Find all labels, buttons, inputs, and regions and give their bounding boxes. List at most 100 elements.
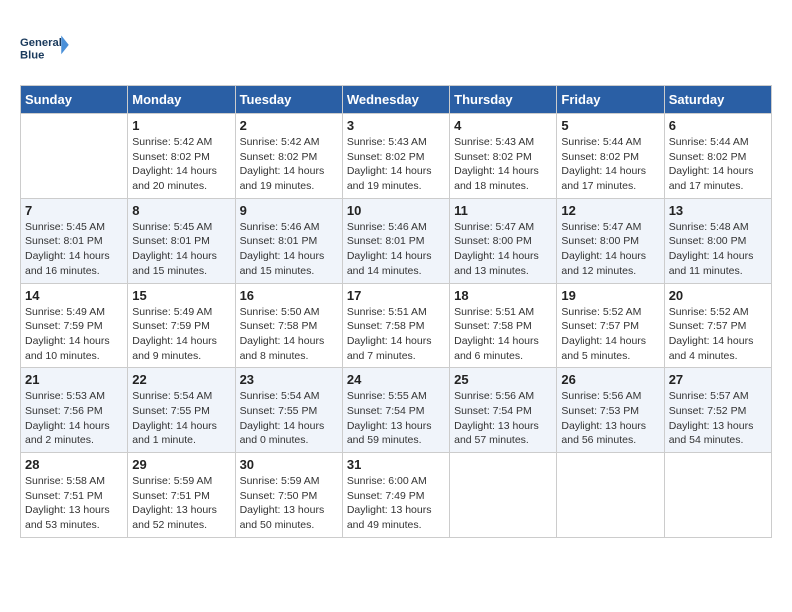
calendar-cell: 10Sunrise: 5:46 AM Sunset: 8:01 PM Dayli…	[342, 198, 449, 283]
calendar-cell: 5 Sunrise: 5:44 AM Sunset: 8:02 PM Daylig…	[557, 114, 664, 199]
calendar-week-2: 7 Sunrise: 5:45 AM Sunset: 8:01 PM Daylig…	[21, 198, 772, 283]
cell-content: Sunrise: 5:47 AM Sunset: 8:00 PM Dayligh…	[561, 220, 659, 279]
cell-content: Sunrise: 5:56 AM Sunset: 7:53 PM Dayligh…	[561, 389, 659, 448]
calendar-cell: 28 Sunrise: 5:58 AM Sunset: 7:51 PM Dayli…	[21, 453, 128, 538]
day-number: 1	[132, 118, 230, 133]
day-number: 8	[132, 203, 230, 218]
calendar-cell: 7 Sunrise: 5:45 AM Sunset: 8:01 PM Daylig…	[21, 198, 128, 283]
calendar-cell: 15Sunrise: 5:49 AM Sunset: 7:59 PM Dayli…	[128, 283, 235, 368]
cell-content: Sunrise: 5:52 AM Sunset: 7:57 PM Dayligh…	[669, 305, 767, 364]
calendar-week-5: 28 Sunrise: 5:58 AM Sunset: 7:51 PM Dayli…	[21, 453, 772, 538]
day-number: 3	[347, 118, 445, 133]
calendar-week-1: 1 Sunrise: 5:42 AM Sunset: 8:02 PM Daylig…	[21, 114, 772, 199]
calendar-header-row: SundayMondayTuesdayWednesdayThursdayFrid…	[21, 86, 772, 114]
calendar-cell: 17 Sunrise: 5:51 AM Sunset: 7:58 PM Dayli…	[342, 283, 449, 368]
day-number: 7	[25, 203, 123, 218]
calendar-cell: 21Sunrise: 5:53 AM Sunset: 7:56 PM Dayli…	[21, 368, 128, 453]
day-number: 13	[669, 203, 767, 218]
cell-content: Sunrise: 5:56 AM Sunset: 7:54 PM Dayligh…	[454, 389, 552, 448]
day-number: 15	[132, 288, 230, 303]
cell-content: Sunrise: 5:42 AM Sunset: 8:02 PM Dayligh…	[240, 135, 338, 194]
cell-content: Sunrise: 5:51 AM Sunset: 7:58 PM Dayligh…	[347, 305, 445, 364]
column-header-sunday: Sunday	[21, 86, 128, 114]
cell-content: Sunrise: 5:57 AM Sunset: 7:52 PM Dayligh…	[669, 389, 767, 448]
cell-content: Sunrise: 5:45 AM Sunset: 8:01 PM Dayligh…	[25, 220, 123, 279]
calendar-cell: 30 Sunrise: 5:59 AM Sunset: 7:50 PM Dayli…	[235, 453, 342, 538]
day-number: 20	[669, 288, 767, 303]
cell-content: Sunrise: 5:51 AM Sunset: 7:58 PM Dayligh…	[454, 305, 552, 364]
cell-content: Sunrise: 5:44 AM Sunset: 8:02 PM Dayligh…	[561, 135, 659, 194]
day-number: 16	[240, 288, 338, 303]
calendar-cell: 16 Sunrise: 5:50 AM Sunset: 7:58 PM Dayli…	[235, 283, 342, 368]
cell-content: Sunrise: 5:46 AM Sunset: 8:01 PM Dayligh…	[240, 220, 338, 279]
calendar-cell: 25 Sunrise: 5:56 AM Sunset: 7:54 PM Dayli…	[450, 368, 557, 453]
logo: General Blue	[20, 20, 140, 75]
logo-svg: General Blue	[20, 23, 70, 73]
cell-content: Sunrise: 5:45 AM Sunset: 8:01 PM Dayligh…	[132, 220, 230, 279]
column-header-monday: Monday	[128, 86, 235, 114]
calendar-cell: 6 Sunrise: 5:44 AM Sunset: 8:02 PM Daylig…	[664, 114, 771, 199]
calendar-cell: 31Sunrise: 6:00 AM Sunset: 7:49 PM Dayli…	[342, 453, 449, 538]
calendar-cell: 4 Sunrise: 5:43 AM Sunset: 8:02 PM Daylig…	[450, 114, 557, 199]
calendar-cell: 11Sunrise: 5:47 AM Sunset: 8:00 PM Dayli…	[450, 198, 557, 283]
day-number: 28	[25, 457, 123, 472]
svg-text:General: General	[20, 37, 62, 49]
cell-content: Sunrise: 5:49 AM Sunset: 7:59 PM Dayligh…	[25, 305, 123, 364]
calendar-cell: 23 Sunrise: 5:54 AM Sunset: 7:55 PM Dayli…	[235, 368, 342, 453]
cell-content: Sunrise: 5:43 AM Sunset: 8:02 PM Dayligh…	[454, 135, 552, 194]
day-number: 6	[669, 118, 767, 133]
cell-content: Sunrise: 5:58 AM Sunset: 7:51 PM Dayligh…	[25, 474, 123, 533]
calendar-cell: 8 Sunrise: 5:45 AM Sunset: 8:01 PM Daylig…	[128, 198, 235, 283]
calendar-cell: 27 Sunrise: 5:57 AM Sunset: 7:52 PM Dayli…	[664, 368, 771, 453]
calendar-cell: 14Sunrise: 5:49 AM Sunset: 7:59 PM Dayli…	[21, 283, 128, 368]
cell-content: Sunrise: 5:54 AM Sunset: 7:55 PM Dayligh…	[132, 389, 230, 448]
calendar-cell: 12Sunrise: 5:47 AM Sunset: 8:00 PM Dayli…	[557, 198, 664, 283]
svg-text:Blue: Blue	[20, 49, 44, 61]
day-number: 25	[454, 372, 552, 387]
calendar-cell	[450, 453, 557, 538]
calendar-week-3: 14Sunrise: 5:49 AM Sunset: 7:59 PM Dayli…	[21, 283, 772, 368]
cell-content: Sunrise: 5:55 AM Sunset: 7:54 PM Dayligh…	[347, 389, 445, 448]
cell-content: Sunrise: 6:00 AM Sunset: 7:49 PM Dayligh…	[347, 474, 445, 533]
day-number: 26	[561, 372, 659, 387]
cell-content: Sunrise: 5:54 AM Sunset: 7:55 PM Dayligh…	[240, 389, 338, 448]
day-number: 24	[347, 372, 445, 387]
cell-content: Sunrise: 5:53 AM Sunset: 7:56 PM Dayligh…	[25, 389, 123, 448]
cell-content: Sunrise: 5:44 AM Sunset: 8:02 PM Dayligh…	[669, 135, 767, 194]
day-number: 4	[454, 118, 552, 133]
cell-content: Sunrise: 5:59 AM Sunset: 7:51 PM Dayligh…	[132, 474, 230, 533]
cell-content: Sunrise: 5:50 AM Sunset: 7:58 PM Dayligh…	[240, 305, 338, 364]
day-number: 9	[240, 203, 338, 218]
calendar-cell: 29 Sunrise: 5:59 AM Sunset: 7:51 PM Dayli…	[128, 453, 235, 538]
column-header-friday: Friday	[557, 86, 664, 114]
cell-content: Sunrise: 5:47 AM Sunset: 8:00 PM Dayligh…	[454, 220, 552, 279]
column-header-thursday: Thursday	[450, 86, 557, 114]
calendar-cell: 24 Sunrise: 5:55 AM Sunset: 7:54 PM Dayli…	[342, 368, 449, 453]
calendar-cell: 9 Sunrise: 5:46 AM Sunset: 8:01 PM Daylig…	[235, 198, 342, 283]
column-header-wednesday: Wednesday	[342, 86, 449, 114]
day-number: 27	[669, 372, 767, 387]
cell-content: Sunrise: 5:59 AM Sunset: 7:50 PM Dayligh…	[240, 474, 338, 533]
calendar-cell: 26 Sunrise: 5:56 AM Sunset: 7:53 PM Dayli…	[557, 368, 664, 453]
calendar-cell: 1Sunrise: 5:42 AM Sunset: 8:02 PM Daylig…	[128, 114, 235, 199]
calendar-cell	[21, 114, 128, 199]
cell-content: Sunrise: 5:52 AM Sunset: 7:57 PM Dayligh…	[561, 305, 659, 364]
calendar-cell: 2 Sunrise: 5:42 AM Sunset: 8:02 PM Daylig…	[235, 114, 342, 199]
column-header-tuesday: Tuesday	[235, 86, 342, 114]
calendar-cell	[664, 453, 771, 538]
calendar-cell: 18 Sunrise: 5:51 AM Sunset: 7:58 PM Dayli…	[450, 283, 557, 368]
calendar-cell: 3Sunrise: 5:43 AM Sunset: 8:02 PM Daylig…	[342, 114, 449, 199]
day-number: 29	[132, 457, 230, 472]
calendar-cell: 13Sunrise: 5:48 AM Sunset: 8:00 PM Dayli…	[664, 198, 771, 283]
calendar-cell: 22 Sunrise: 5:54 AM Sunset: 7:55 PM Dayli…	[128, 368, 235, 453]
day-number: 23	[240, 372, 338, 387]
day-number: 18	[454, 288, 552, 303]
day-number: 2	[240, 118, 338, 133]
day-number: 19	[561, 288, 659, 303]
day-number: 5	[561, 118, 659, 133]
header: General Blue	[20, 20, 772, 75]
day-number: 22	[132, 372, 230, 387]
day-number: 17	[347, 288, 445, 303]
calendar-cell	[557, 453, 664, 538]
day-number: 30	[240, 457, 338, 472]
